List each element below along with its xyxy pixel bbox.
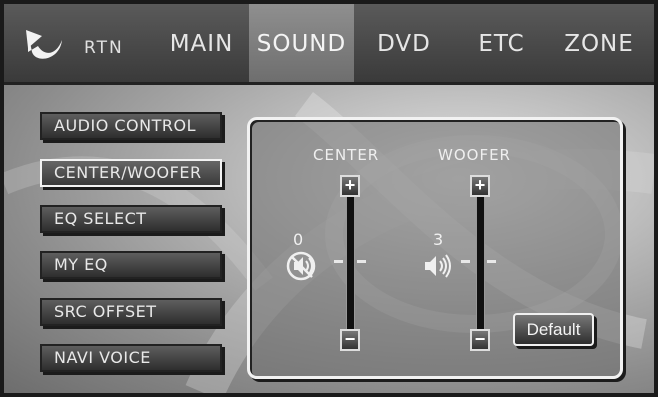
tab-zone[interactable]: ZONE	[549, 4, 649, 82]
menu-eq-select[interactable]: EQ SELECT	[40, 205, 222, 233]
menu-src-offset[interactable]: SRC OFFSET	[40, 298, 222, 326]
head-unit-screen: RTN MAIN SOUND DVD ETC ZONE AUDIO CONTRO…	[0, 0, 658, 397]
woofer-value: 3	[433, 230, 444, 249]
center-value: 0	[293, 230, 304, 249]
return-arrow-icon	[26, 30, 62, 59]
woofer-minus-button[interactable]: −	[470, 329, 490, 351]
tab-dvd[interactable]: DVD	[354, 4, 454, 82]
woofer-label: WOOFER	[438, 146, 511, 164]
woofer-slider-track[interactable]	[476, 192, 485, 334]
speaker-volume-icon[interactable]	[422, 251, 456, 281]
center-slider-track[interactable]	[346, 192, 355, 334]
menu-navi-voice[interactable]: NAVI VOICE	[40, 344, 222, 372]
menu-my-eq[interactable]: MY EQ	[40, 251, 222, 279]
tab-main[interactable]: MAIN	[154, 4, 249, 82]
top-nav-bar: RTN MAIN SOUND DVD ETC ZONE	[4, 4, 654, 85]
return-label: RTN	[84, 38, 124, 58]
woofer-level-mark	[487, 260, 496, 263]
tab-etc[interactable]: ETC	[454, 4, 549, 82]
center-level-mark	[334, 260, 343, 263]
center-level-mark	[357, 260, 366, 263]
menu-audio-control[interactable]: AUDIO CONTROL	[40, 112, 222, 140]
return-button[interactable]: RTN	[22, 22, 147, 70]
center-minus-button[interactable]: −	[340, 329, 360, 351]
default-button[interactable]: Default	[513, 313, 594, 346]
tab-sound[interactable]: SOUND	[249, 4, 354, 82]
woofer-level-mark	[461, 260, 470, 263]
center-plus-button[interactable]: +	[340, 175, 360, 197]
speaker-muted-icon[interactable]	[286, 251, 320, 281]
center-woofer-panel: CENTER + − 0 WOOFER + − 3 Default	[247, 117, 623, 379]
menu-center-woofer[interactable]: CENTER/WOOFER	[40, 159, 222, 187]
center-label: CENTER	[313, 146, 380, 164]
woofer-plus-button[interactable]: +	[470, 175, 490, 197]
